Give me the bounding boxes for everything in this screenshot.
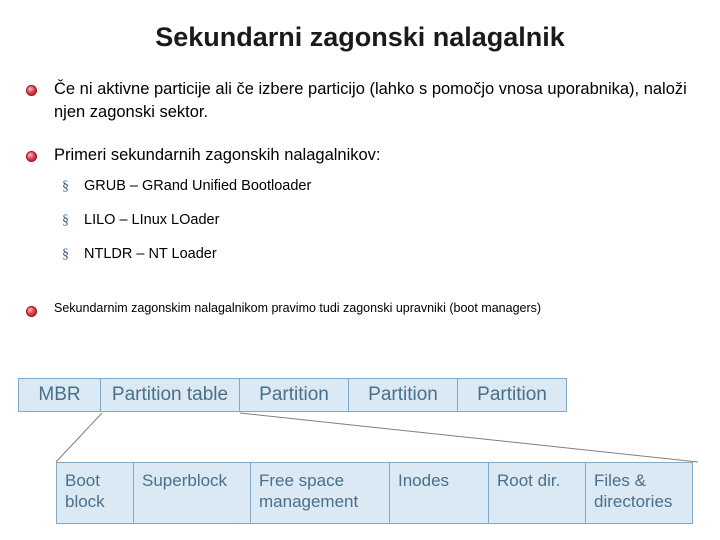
- slide: Sekundarni zagonski nalagalnik Če ni akt…: [0, 0, 720, 540]
- bullet-item: Sekundarnim zagonskim nalagalnikom pravi…: [26, 299, 694, 317]
- sub-bullet-text: GRUB – GRand Unified Bootloader: [84, 178, 312, 194]
- fs-block-boot-block: Boot block: [56, 462, 134, 524]
- disk-block-partition-table: Partition table: [100, 378, 240, 412]
- disk-block-partition-2: Partition: [348, 378, 458, 412]
- page-title: Sekundarni zagonski nalagalnik: [155, 22, 565, 52]
- disk-block-partition-1: Partition: [239, 378, 349, 412]
- bullet-item: Če ni aktivne particije ali če izbere pa…: [26, 78, 694, 124]
- sub-bullet-item: § NTLDR – NT Loader: [62, 245, 694, 264]
- fs-block-files-directories: Files & directories: [585, 462, 693, 524]
- fs-block-inodes: Inodes: [389, 462, 489, 524]
- sub-bullet-text: LILO – LInux LOader: [84, 212, 220, 228]
- sub-bullet-item: § GRUB – GRand Unified Bootloader: [62, 177, 694, 196]
- section-sign-icon: §: [62, 179, 69, 194]
- section-sign-icon: §: [62, 247, 69, 262]
- bullet-list: Če ni aktivne particije ali če izbere pa…: [26, 78, 694, 323]
- disk-block-mbr: MBR: [18, 378, 101, 412]
- disk-layout-diagram: MBR Partition table Partition Partition …: [18, 378, 708, 533]
- bullet-item: Primeri sekundarnih zagonskih nalagalnik…: [26, 144, 694, 167]
- bullet-text: Če ni aktivne particije ali če izbere pa…: [54, 80, 687, 121]
- fs-block-free-space-management: Free space management: [250, 462, 390, 524]
- section-sign-icon: §: [62, 213, 69, 228]
- filesystem-block-row: Boot block Superblock Free space managem…: [56, 462, 693, 524]
- sub-bullet-item: § LILO – LInux LOader: [62, 211, 694, 230]
- red-dot-bullet-icon: [26, 299, 54, 317]
- disk-block-row: MBR Partition table Partition Partition …: [18, 378, 567, 412]
- bullet-text: Primeri sekundarnih zagonskih nalagalnik…: [54, 146, 381, 164]
- disk-block-partition-3: Partition: [457, 378, 567, 412]
- red-dot-bullet-icon: [26, 78, 54, 96]
- red-dot-bullet-icon: [26, 144, 54, 162]
- sub-bullet-text: NTLDR – NT Loader: [84, 246, 217, 262]
- bullet-text: Sekundarnim zagonskim nalagalnikom pravi…: [54, 301, 542, 315]
- fs-block-root-dir: Root dir.: [488, 462, 586, 524]
- sub-bullet-list: § GRUB – GRand Unified Bootloader § LILO…: [62, 177, 694, 264]
- fs-block-superblock: Superblock: [133, 462, 251, 524]
